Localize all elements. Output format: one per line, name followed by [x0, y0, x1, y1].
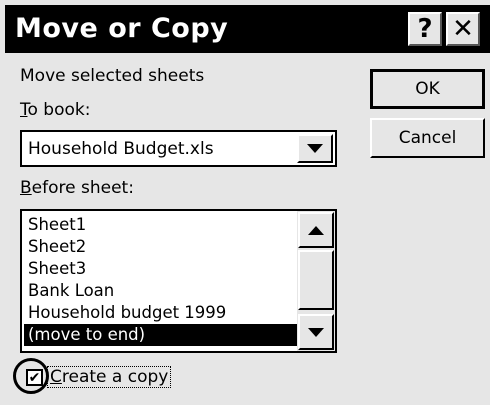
scroll-thumb[interactable] [298, 250, 334, 310]
list-item-bank-loan[interactable]: Bank Loan [24, 280, 298, 302]
list-item-sheet1[interactable]: Sheet1 [24, 214, 298, 236]
chevron-up-icon [308, 225, 324, 235]
ok-button[interactable]: OK [370, 69, 485, 109]
chevron-down-icon [308, 327, 324, 337]
cancel-button[interactable]: Cancel [370, 118, 485, 158]
sheet-list: Sheet1 Sheet2 Sheet3 Bank Loan Household… [24, 214, 298, 346]
create-copy-mnemonic: C [50, 367, 62, 387]
before-sheet-listbox[interactable]: Sheet1 Sheet2 Sheet3 Bank Loan Household… [20, 209, 337, 353]
list-item-sheet3[interactable]: Sheet3 [24, 258, 298, 280]
scroll-up-button[interactable] [298, 212, 334, 248]
list-item-move-to-end[interactable]: (move to end) [24, 324, 298, 346]
listbox-scrollbar[interactable] [297, 211, 335, 351]
before-sheet-label: Before sheet: [20, 178, 134, 198]
before-sheet-mnemonic: B [20, 178, 32, 198]
dropdown-arrow-button[interactable] [297, 134, 333, 163]
move-selected-sheets-label: Move selected sheets [20, 66, 205, 86]
to-book-label-text: o book: [27, 100, 91, 120]
dialog-title: Move or Copy [15, 13, 229, 44]
to-book-dropdown[interactable]: Household Budget.xls [20, 130, 337, 167]
scroll-down-button[interactable] [298, 314, 334, 350]
to-book-value: Household Budget.xls [28, 139, 214, 159]
to-book-label: To book: [20, 100, 90, 120]
close-button[interactable]: ✕ [446, 12, 480, 46]
list-item-household-budget-1999[interactable]: Household budget 1999 [24, 302, 298, 324]
title-bar: Move or Copy ? ✕ [5, 5, 490, 53]
create-copy-label[interactable]: Create a copy [47, 366, 172, 388]
question-mark-icon: ? [417, 14, 433, 44]
move-or-copy-dialog: Move or Copy ? ✕ Move selected sheets To… [0, 0, 490, 405]
list-item-sheet2[interactable]: Sheet2 [24, 236, 298, 258]
before-sheet-label-text: efore sheet: [31, 178, 134, 198]
close-icon: ✕ [452, 14, 474, 44]
chevron-down-icon [307, 144, 323, 153]
to-book-mnemonic: T [20, 100, 28, 120]
highlight-circle-annotation [13, 358, 49, 394]
help-button[interactable]: ? [408, 12, 442, 46]
create-copy-label-text: reate a copy [61, 367, 169, 387]
